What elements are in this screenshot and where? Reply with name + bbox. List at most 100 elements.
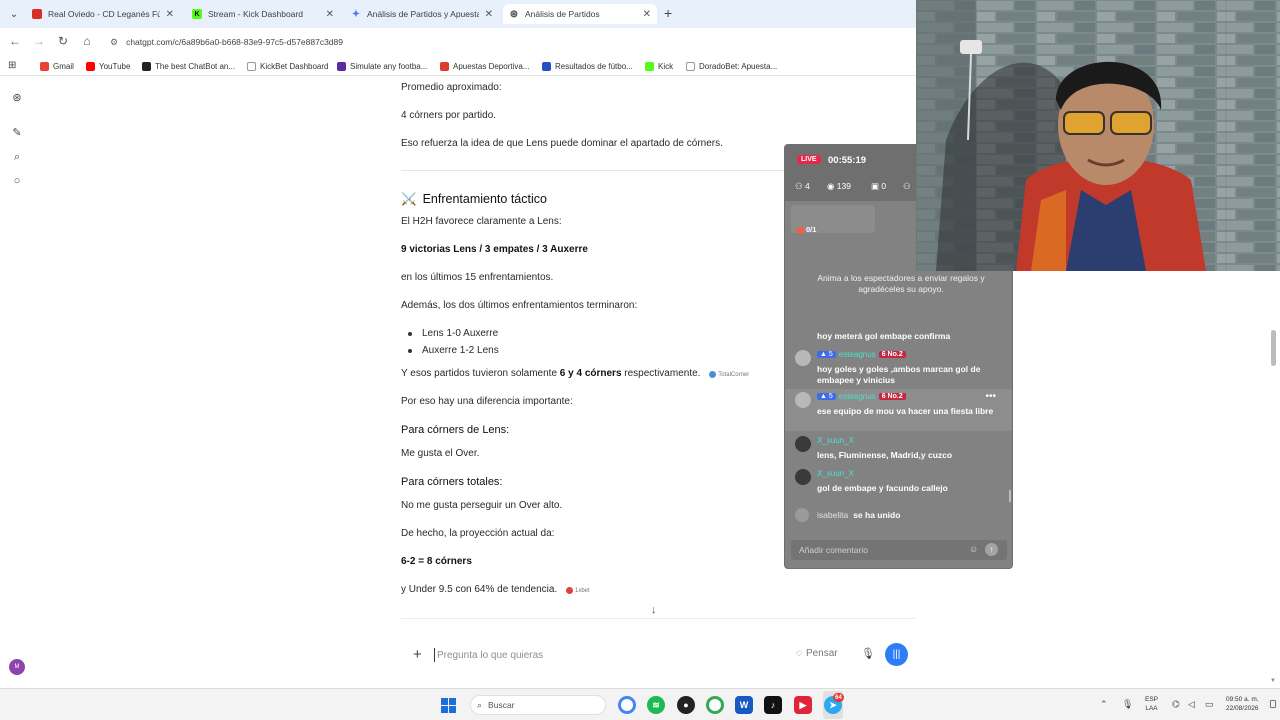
text-ultimos: en los últimos 15 enfrentamientos. bbox=[401, 272, 554, 283]
bookmark-gmail[interactable]: Gmail bbox=[40, 60, 74, 72]
stat-value: 139 bbox=[836, 181, 851, 191]
page-scrollbar[interactable] bbox=[1271, 330, 1276, 366]
tab-analisis-partidos[interactable]: ⊛ Análisis de Partidos ✕ bbox=[503, 4, 657, 24]
microphone-icon[interactable]: 🎙 bbox=[861, 647, 875, 660]
eye-icon: ◉ bbox=[827, 181, 835, 191]
battery-icon[interactable]: ▭ bbox=[1205, 699, 1214, 710]
site-info-icon[interactable]: ⚙ bbox=[110, 37, 118, 48]
composer-divider bbox=[401, 618, 916, 619]
username[interactable]: esteagnus bbox=[839, 392, 876, 401]
add-attachment-icon[interactable]: + bbox=[413, 646, 422, 663]
viewers-count: ⚇ 4 bbox=[795, 181, 810, 192]
bookmark-youtube[interactable]: YouTube bbox=[86, 60, 130, 72]
url-field[interactable]: ⚙ chatgpt.com/c/6a89b6a0-b668-83e9-97c5-… bbox=[110, 34, 343, 50]
live-timer: 00:55:19 bbox=[828, 155, 867, 166]
share-icon[interactable]: ⚇ bbox=[903, 181, 911, 192]
username[interactable]: X_suun_X bbox=[817, 469, 854, 478]
join-text: isabelita se ha unido bbox=[817, 510, 900, 520]
lang-line: ESP bbox=[1145, 696, 1159, 703]
bookmark-label: Resultados de fútbo... bbox=[555, 61, 633, 71]
windows-start-icon[interactable] bbox=[441, 698, 456, 713]
word-icon[interactable]: W bbox=[735, 696, 753, 714]
text-diferencia: Por eso hay una diferencia importante: bbox=[401, 396, 573, 407]
scroll-down-icon[interactable]: ↓ bbox=[651, 604, 657, 616]
tab-kick-dashboard[interactable]: K Stream - Kick Dashboard ✕ bbox=[186, 4, 340, 24]
bookmark-doradobet[interactable]: DoradoBet: Apuesta... bbox=[686, 60, 777, 72]
language-indicator[interactable]: ESP LAA bbox=[1145, 695, 1158, 713]
rank-value: No.2 bbox=[887, 393, 903, 400]
network-icon[interactable]: ⌬ bbox=[1172, 699, 1180, 710]
joined-username[interactable]: isabelita bbox=[817, 510, 848, 520]
chatgpt-icon: ⊛ bbox=[509, 8, 519, 20]
think-button[interactable]: ◌ Pensar bbox=[796, 648, 838, 659]
chat-message[interactable]: ▲ 5 esteagnus 6 No.2 ••• ese equipo de m… bbox=[785, 389, 1012, 431]
prompt-input[interactable] bbox=[434, 648, 734, 662]
citation-1xbet[interactable]: 1xbet bbox=[566, 586, 590, 594]
text-ademas: Además, los dos últimos enfrentamientos … bbox=[401, 300, 638, 311]
gmail-icon bbox=[40, 61, 49, 71]
back-icon[interactable]: ← bbox=[7, 34, 23, 48]
simulate-icon bbox=[337, 61, 346, 71]
kickbet-icon bbox=[247, 61, 256, 71]
bookmark-apuestas[interactable]: Apuestas Deportiva... bbox=[440, 60, 529, 72]
chrome-icon[interactable] bbox=[618, 696, 636, 714]
message-text: gol de embape y facundo callejo bbox=[817, 483, 948, 493]
gift-goal-value: 0/1 bbox=[806, 225, 817, 234]
emoji-icon[interactable]: ☺ bbox=[969, 544, 978, 554]
send-icon[interactable]: ↑ bbox=[985, 543, 998, 556]
apps-grid-icon[interactable]: ⊞ bbox=[8, 60, 16, 71]
clock-date: 22/08/2026 bbox=[1226, 705, 1259, 712]
username[interactable]: X_suun_X bbox=[817, 436, 854, 445]
wave-hand-icon bbox=[795, 508, 809, 522]
chat-message[interactable]: ▲ 5 esteagnus 6 No.2 hoy goles y goles ,… bbox=[785, 347, 1012, 387]
chat-message[interactable]: hoy meterá gol embape confirma bbox=[785, 331, 1012, 345]
forward-icon[interactable]: → bbox=[31, 34, 47, 48]
app-red-icon[interactable]: ▶ bbox=[794, 696, 812, 714]
home-icon[interactable]: ⌂ bbox=[79, 34, 95, 48]
chat-message[interactable]: X_suun_X lens, Fluminense, Madrid,y cuzc… bbox=[785, 435, 1012, 465]
bookmark-resultados[interactable]: Resultados de fútbo... bbox=[542, 60, 633, 72]
chat-content: Promedio aproximado: 4 córners por parti… bbox=[0, 76, 916, 636]
level-value: 5 bbox=[828, 393, 833, 400]
volume-icon[interactable]: ◁ bbox=[1188, 699, 1195, 710]
tray-overflow-icon[interactable]: ⌃ bbox=[1100, 699, 1108, 710]
more-options-icon[interactable]: ••• bbox=[985, 391, 996, 402]
bookmark-label: Simulate any footba... bbox=[350, 61, 428, 71]
new-tab-icon[interactable]: + bbox=[664, 5, 672, 21]
microphone-tray-icon[interactable]: 🎙 bbox=[1122, 699, 1133, 710]
text-fragment: y Under 9.5 con 64% de tendencia. bbox=[401, 584, 558, 595]
chrome-profile-icon[interactable] bbox=[706, 696, 724, 714]
system-clock[interactable]: 09:50 a. m. 22/08/2026 bbox=[1226, 695, 1259, 713]
bookmark-chatbot[interactable]: The best ChatBot an... bbox=[142, 60, 235, 72]
tab-analisis-apuestas[interactable]: ✦ Análisis de Partidos y Apuestas ✕ bbox=[345, 4, 499, 24]
taskbar-search[interactable]: ⌕ Buscar bbox=[470, 695, 606, 715]
text-fragment: respectivamente. bbox=[621, 368, 701, 379]
tab-search-icon[interactable]: ⌄ bbox=[6, 6, 22, 22]
bookmark-kickbet[interactable]: KickBet Dashboard bbox=[247, 60, 328, 72]
close-tab-icon[interactable]: ✕ bbox=[485, 9, 493, 20]
text-bold: 6 y 4 córners bbox=[559, 368, 622, 379]
bookmark-kick[interactable]: Kick bbox=[645, 60, 673, 72]
user-avatar[interactable]: M bbox=[9, 659, 25, 675]
spotify-icon[interactable]: ≋ bbox=[647, 696, 665, 714]
voice-mode-button[interactable]: ||| bbox=[885, 643, 908, 666]
scroll-down-arrow[interactable]: ▼ bbox=[1270, 678, 1276, 684]
notifications-icon[interactable] bbox=[1270, 700, 1276, 708]
gifts-count: ▣ 0 bbox=[871, 181, 886, 192]
chat-scrollbar[interactable] bbox=[1009, 490, 1011, 502]
bookmark-simulate[interactable]: Simulate any footba... bbox=[337, 60, 427, 72]
chat-message[interactable]: X_suun_X gol de embape y facundo callejo bbox=[785, 468, 1012, 498]
clock-time: 09:50 a. m. bbox=[1226, 696, 1259, 703]
tab-real-oviedo[interactable]: Real Oviedo - CD Leganés Fútb ✕ bbox=[26, 4, 180, 24]
text-calc: 6-2 = 8 córners bbox=[401, 556, 472, 567]
citation-totalcorner[interactable]: TotalCorner bbox=[709, 370, 749, 378]
obs-icon[interactable]: ● bbox=[677, 696, 695, 714]
close-tab-icon[interactable]: ✕ bbox=[643, 9, 651, 20]
tiktok-icon[interactable]: ♪ bbox=[764, 696, 782, 714]
message-text: hoy goles y goles ,ambos marcan gol de e… bbox=[817, 364, 981, 385]
close-tab-icon[interactable]: ✕ bbox=[326, 9, 334, 20]
close-tab-icon[interactable]: ✕ bbox=[166, 9, 174, 20]
username[interactable]: esteagnus bbox=[839, 350, 876, 359]
reload-icon[interactable]: ↻ bbox=[55, 34, 71, 48]
youtube-icon bbox=[86, 61, 95, 71]
